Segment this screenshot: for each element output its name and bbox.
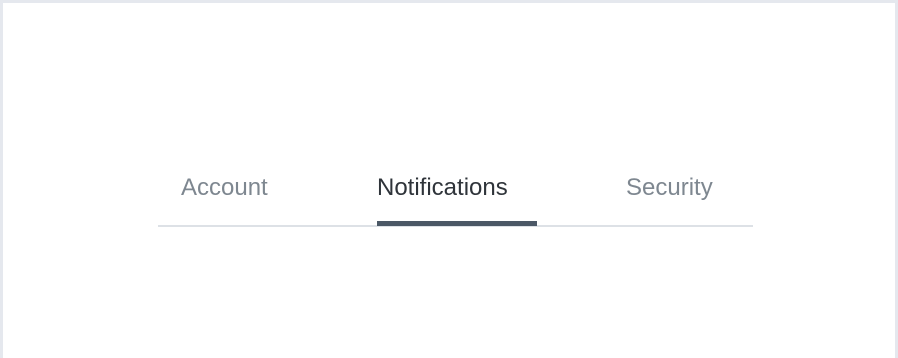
tab-security-label: Security — [626, 174, 713, 201]
tab-notifications-label: Notifications — [377, 174, 508, 201]
tab-bar: Account Notifications Security — [158, 173, 753, 227]
tab-account[interactable]: Account — [181, 173, 291, 227]
tab-account-label: Account — [181, 174, 268, 201]
tab-notifications[interactable]: Notifications — [377, 173, 537, 227]
tab-security[interactable]: Security — [626, 173, 736, 227]
tab-account-indicator — [181, 221, 291, 226]
tab-security-indicator — [626, 221, 736, 226]
tab-notifications-indicator — [377, 221, 537, 226]
tabs-panel: Account Notifications Security — [0, 0, 898, 358]
